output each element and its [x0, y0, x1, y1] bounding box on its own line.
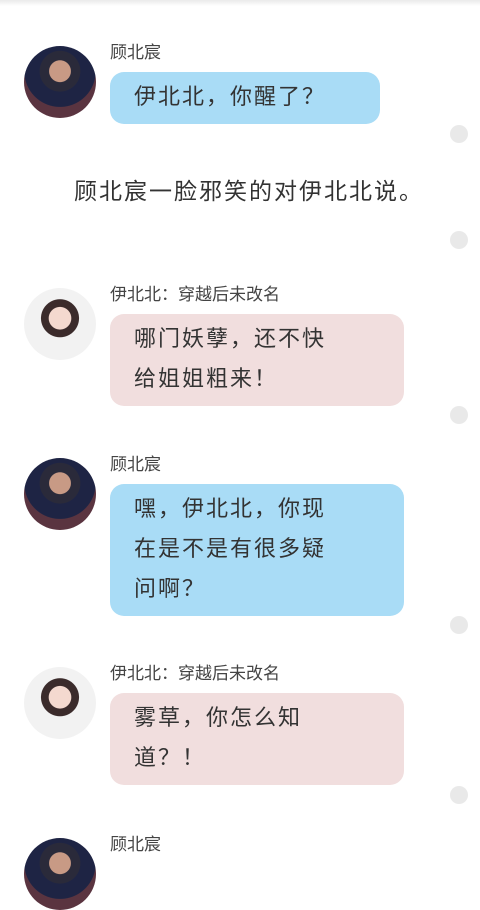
narration-text: 顾北宸一脸邪笑的对伊北北说。 — [74, 179, 424, 205]
bubble-text: 伊北北，你醒了？ — [134, 85, 327, 110]
girl-avatar[interactable] — [24, 288, 96, 360]
boy-avatar[interactable] — [24, 838, 96, 910]
chat-bubble[interactable]: 哪门妖孽，还不快 给姐姐粗来！ — [110, 314, 404, 406]
boy-avatar[interactable] — [24, 458, 96, 530]
scroll-dot[interactable] — [450, 616, 468, 634]
bubble-line: 雾草，你怎么知 — [134, 706, 303, 731]
scroll-dot[interactable] — [450, 786, 468, 804]
chat-bubble[interactable]: 雾草，你怎么知 道？！ — [110, 693, 404, 785]
sender-name: 顾北宸 — [110, 835, 161, 855]
bubble-line: 在是不是有很多疑 — [134, 537, 327, 562]
bubble-line: 嘿，伊北北，你现 — [134, 497, 327, 522]
sender-name: 顾北宸 — [110, 455, 161, 475]
scroll-dot[interactable] — [450, 125, 468, 143]
girl-avatar[interactable] — [24, 667, 96, 739]
sender-name: 顾北宸 — [110, 43, 161, 63]
boy-avatar[interactable] — [24, 46, 96, 118]
top-edge — [0, 0, 480, 6]
bubble-line: 给姐姐粗来！ — [134, 367, 279, 392]
bubble-line: 哪门妖孽，还不快 — [134, 327, 327, 352]
chat-bubble[interactable]: 伊北北，你醒了？ — [110, 72, 380, 124]
scroll-dot[interactable] — [450, 406, 468, 424]
sender-name: 伊北北：穿越后未改名 — [110, 285, 280, 305]
bubble-line: 道？！ — [134, 746, 207, 771]
sender-name: 伊北北：穿越后未改名 — [110, 664, 280, 684]
chat-bubble[interactable]: 嘿，伊北北，你现 在是不是有很多疑 问啊？ — [110, 484, 404, 616]
bubble-line: 问啊？ — [134, 577, 207, 602]
scroll-dot[interactable] — [450, 231, 468, 249]
